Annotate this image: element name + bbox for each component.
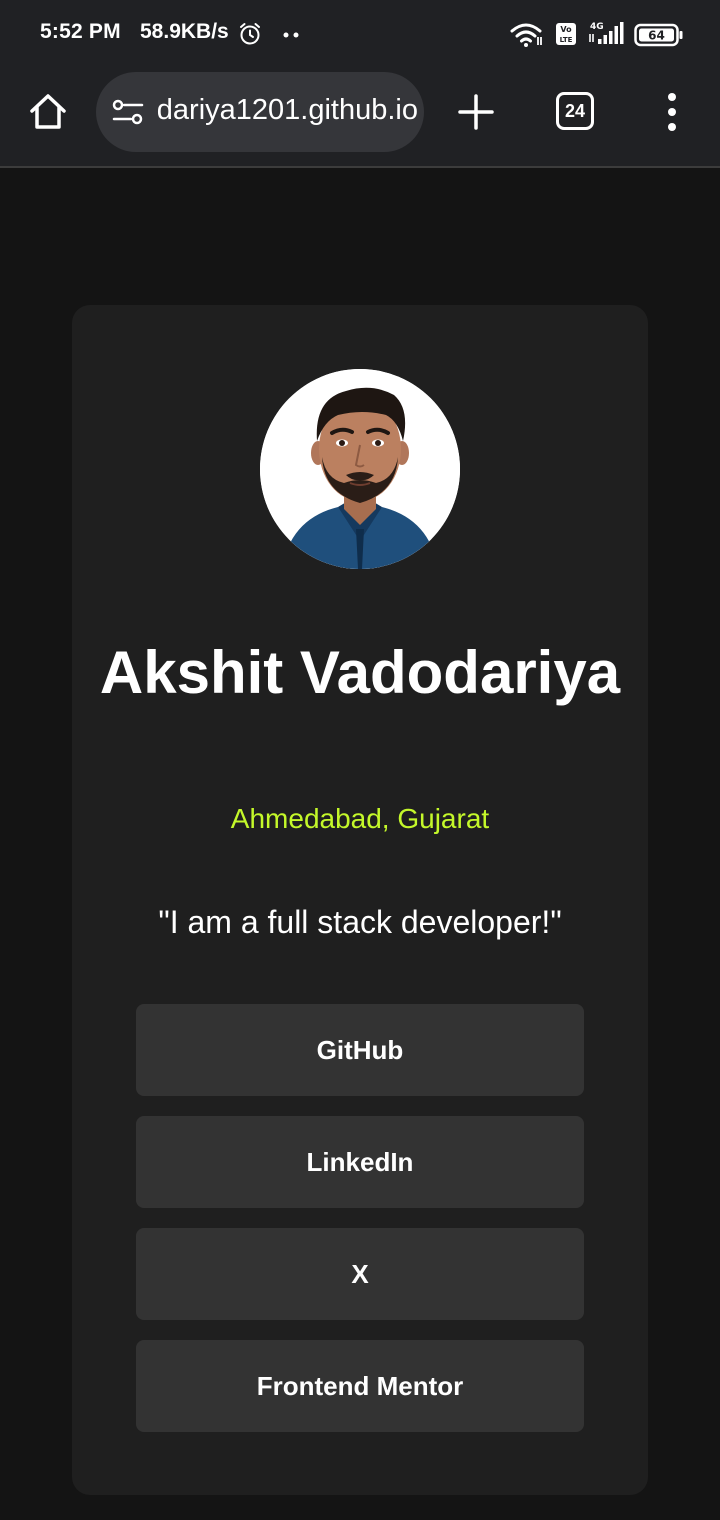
status-time: 5:52 PM xyxy=(40,20,121,43)
linkedin-link-button[interactable]: LinkedIn xyxy=(136,1116,584,1208)
home-icon[interactable] xyxy=(26,90,70,134)
web-page: Akshit Vadodariya Ahmedabad, Gujarat "I … xyxy=(0,170,720,1520)
plus-icon[interactable] xyxy=(456,92,496,132)
profile-bio: "I am a full stack developer!" xyxy=(158,904,562,940)
address-bar[interactable]: akshitvadodariya1201.github.io xyxy=(96,72,424,152)
github-link-button[interactable]: GitHub xyxy=(136,1004,584,1096)
more-vert-icon[interactable] xyxy=(660,90,684,134)
profile-location: Ahmedabad, Gujarat xyxy=(230,803,490,834)
profile-card: Akshit Vadodariya Ahmedabad, Gujarat "I … xyxy=(72,305,648,1495)
svg-text:Vo: Vo xyxy=(560,25,572,34)
alarm-icon xyxy=(240,23,260,45)
profile-photo xyxy=(260,369,460,569)
signal-4g-icon: 4G xyxy=(589,22,624,44)
wifi-icon xyxy=(510,23,542,47)
battery-level: 64 xyxy=(648,29,665,43)
status-bar: 5:52 PM 58.9KB/s Vo LTE 4G 64 xyxy=(0,0,720,70)
svg-text:4G: 4G xyxy=(590,22,604,32)
url-text[interactable]: akshitvadodariya1201.github.io xyxy=(156,94,418,130)
site-settings-icon[interactable] xyxy=(112,98,144,126)
browser-toolbar: akshitvadodariya1201.github.io 24 xyxy=(0,70,720,168)
profile-name: Akshit Vadodariya xyxy=(99,639,621,706)
volte-icon: Vo LTE xyxy=(556,23,576,45)
x-link-button[interactable]: X xyxy=(136,1228,584,1320)
tabs-button[interactable]: 24 xyxy=(556,92,594,130)
avatar xyxy=(260,369,460,569)
svg-text:LTE: LTE xyxy=(560,36,573,44)
frontend-mentor-link-button[interactable]: Frontend Mentor xyxy=(136,1340,584,1432)
notification-dots-icon xyxy=(283,32,299,38)
battery-icon: 64 xyxy=(634,23,683,47)
network-speed: 58.9KB/s xyxy=(140,20,229,43)
